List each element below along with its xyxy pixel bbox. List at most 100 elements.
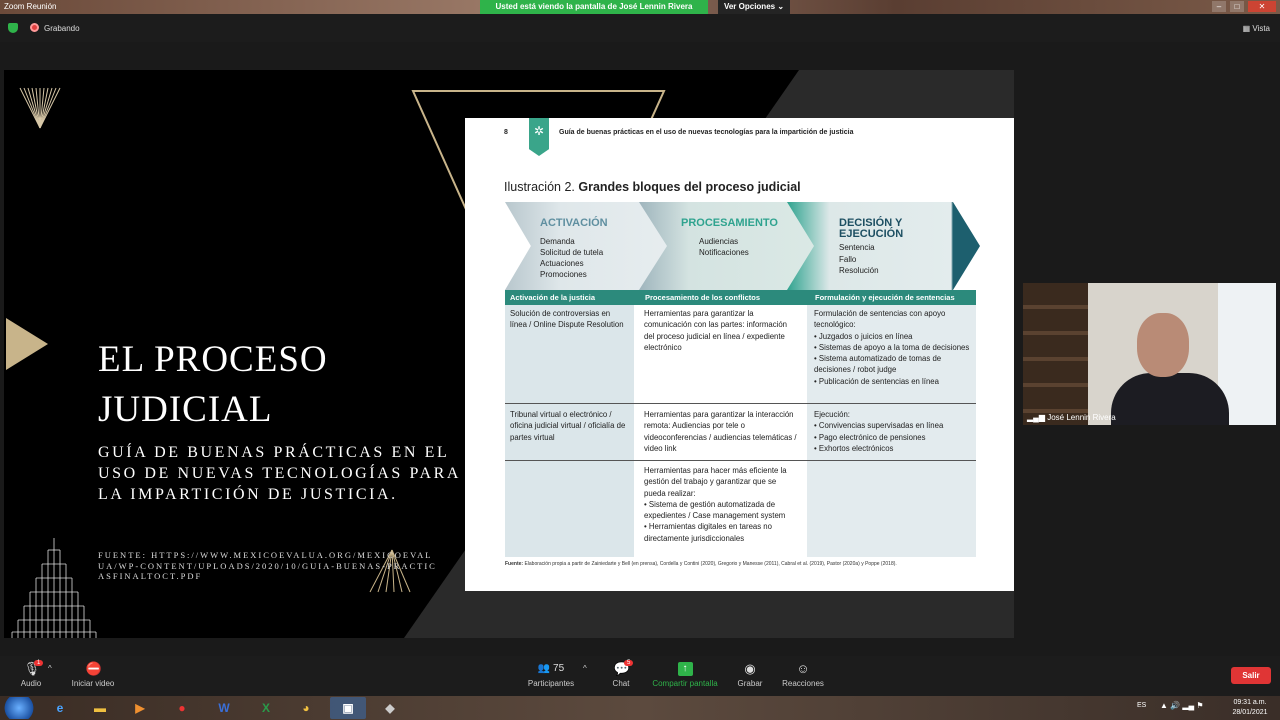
slide-source: FUENTE: HTTPS://WWW.MEXICOEVALUA.ORG/MEX… xyxy=(98,550,437,581)
table-cell: Formulación de sentencias con apoyo tecn… xyxy=(814,309,970,386)
record-label: Grabar xyxy=(737,679,763,688)
recording-icon xyxy=(30,23,39,32)
recording-label: Grabando xyxy=(44,24,80,33)
video-off-icon: ⛔ xyxy=(85,661,102,676)
stage-item: Notificaciones xyxy=(699,248,749,257)
table-header: Activación de la justicia Procesamiento … xyxy=(505,290,976,305)
os-taskbar: e ▬ ▶ ● W X ◕ ▣ ◆ ES ▲ 🔊 ▂▄ ⚑ 09:31 a.m.… xyxy=(0,696,1280,720)
smiley-icon: ☺ xyxy=(796,661,810,676)
record-button[interactable]: ◉ Grabar xyxy=(734,656,766,696)
participants-label: Participantes xyxy=(527,679,575,688)
reactions-button[interactable]: ☺ Reacciones xyxy=(780,656,826,696)
participant-head xyxy=(1137,313,1189,377)
tray-icons[interactable]: ▲ 🔊 ▂▄ ⚑ xyxy=(1160,701,1204,710)
maximize-button[interactable]: □ xyxy=(1230,1,1244,12)
leave-button[interactable]: Salir xyxy=(1231,667,1271,684)
stage-item: Actuaciones xyxy=(540,259,584,268)
participant-body xyxy=(1111,373,1229,425)
column-header: Formulación y ejecución de sentencias xyxy=(815,293,955,302)
page-number: 8 xyxy=(504,129,508,136)
asterisk-icon: ✲ xyxy=(529,118,549,156)
stage-title: DECISIÓN Y EJECUCIÓN xyxy=(839,217,904,240)
stage-title: PROCESAMIENTO xyxy=(681,217,778,229)
app-icon-2[interactable]: ◆ xyxy=(372,697,408,719)
chat-button[interactable]: 💬 5 Chat xyxy=(606,656,636,696)
ie-icon[interactable]: e xyxy=(42,697,78,719)
app-title: Zoom Reunión xyxy=(4,2,57,11)
media-player-icon[interactable]: ▶ xyxy=(122,697,158,719)
word-icon[interactable]: W xyxy=(206,697,242,719)
table-cell: Herramientas para hacer más eficiente la… xyxy=(644,466,787,543)
document-header: Guía de buenas prácticas en el uso de nu… xyxy=(559,129,854,136)
participants-count: 75 xyxy=(553,663,565,674)
minimize-button[interactable]: – xyxy=(1212,1,1226,12)
audio-label: Audio xyxy=(20,679,42,688)
slide-subtitle: GUÍA DE BUENAS PRÁCTICAS EN EL USO DE NU… xyxy=(98,444,461,503)
row-divider xyxy=(505,403,976,404)
meeting-status-bar: Grabando ▦ Vista xyxy=(0,14,1280,42)
chevron-up-icon[interactable]: ^ xyxy=(48,664,52,673)
share-label: Compartir pantalla xyxy=(652,679,718,688)
view-options-button[interactable]: Ver Opciones ⌄ xyxy=(718,0,790,14)
stage-item: Fallo xyxy=(839,255,857,264)
video-label: Iniciar video xyxy=(71,679,115,688)
start-video-button[interactable]: ⛔ Iniciar video xyxy=(66,656,120,696)
share-screen-button[interactable]: ↑ Compartir pantalla xyxy=(650,656,720,696)
chevron-up-icon[interactable]: ^ xyxy=(583,664,587,673)
chat-label: Chat xyxy=(612,679,630,688)
bookshelf-background xyxy=(1023,283,1088,425)
window-titlebar: Zoom Reunión Usted está viendo la pantal… xyxy=(0,0,1280,14)
share-screen-icon: ↑ xyxy=(677,662,693,676)
illustration-caption: Ilustración 2. Grandes bloques del proce… xyxy=(504,180,801,194)
app-icon[interactable]: ● xyxy=(164,697,200,719)
clock-time: 09:31 a.m. xyxy=(1233,699,1267,706)
grid-icon: ▦ xyxy=(1242,24,1251,33)
slide-title: EL PROCESO JUDICIAL xyxy=(98,339,328,430)
explorer-icon[interactable]: ▬ xyxy=(82,697,118,719)
stage-decision: DECISIÓN Y EJECUCIÓN Sentencia Fallo Res… xyxy=(787,202,980,290)
stage-item: Promociones xyxy=(540,270,587,279)
reactions-label: Reacciones xyxy=(782,679,824,688)
column-header: Activación de la justicia xyxy=(510,293,596,302)
play-triangle-decoration xyxy=(6,318,48,370)
start-button[interactable] xyxy=(2,697,36,719)
audio-button[interactable]: 🎙 1 Audio xyxy=(14,656,48,696)
illustration-title: Grandes bloques del proceso judicial xyxy=(578,180,801,194)
participant-video[interactable]: ▂▄▆ José Lennin Rivera xyxy=(1023,283,1276,425)
clock-date: 28/01/2021 xyxy=(1232,709,1268,716)
footnote-label: Fuente: xyxy=(505,561,524,567)
stage-item: Resolución xyxy=(839,266,879,275)
chat-badge: 5 xyxy=(624,660,634,666)
participants-icon: 👥 75 xyxy=(537,663,565,674)
table-cell: Ejecución: • Convivencias supervisadas e… xyxy=(814,410,944,453)
table-cell: Herramientas para garantizar la comunica… xyxy=(644,309,788,352)
stage-item: Audiencias xyxy=(699,237,739,246)
document-footnote: Fuente: Elaboración propia a partir de Z… xyxy=(505,561,897,567)
view-label: Vista xyxy=(1252,24,1270,33)
view-button[interactable]: ▦ Vista xyxy=(1243,24,1270,33)
illustration-prefix: Ilustración 2. xyxy=(504,180,575,194)
close-button[interactable]: ✕ xyxy=(1248,1,1276,12)
document-page: 8 ✲ Guía de buenas prácticas en el uso d… xyxy=(465,118,1014,591)
participants-button[interactable]: 👥 75 Participantes xyxy=(522,656,580,696)
participant-name: ▂▄▆ José Lennin Rivera xyxy=(1027,413,1116,422)
table-cell: Solución de controversias en línea / Onl… xyxy=(510,309,624,330)
system-clock[interactable]: 09:31 a.m. 28/01/2021 xyxy=(1224,698,1276,718)
row-divider xyxy=(505,460,976,461)
process-flow: ACTIVACIÓN Demanda Solicitud de tutela A… xyxy=(505,202,980,290)
table-cell: Tribunal virtual o electrónico / oficina… xyxy=(510,410,626,442)
chrome-icon[interactable]: ◕ xyxy=(288,697,324,719)
striped-triangle-top xyxy=(19,87,61,129)
footnote-text: Elaboración propia a partir de Zainiedar… xyxy=(524,561,897,567)
shield-icon[interactable] xyxy=(8,23,18,33)
zoom-icon[interactable]: ▣ xyxy=(330,697,366,719)
record-icon: ◉ xyxy=(744,661,756,676)
audio-badge: 1 xyxy=(34,660,44,666)
stage-item: Solicitud de tutela xyxy=(540,248,604,257)
grid-triangle-bottom xyxy=(11,538,97,638)
excel-icon[interactable]: X xyxy=(248,697,284,719)
participant-name-label: José Lennin Rivera xyxy=(1047,413,1116,422)
language-indicator[interactable]: ES xyxy=(1137,702,1146,709)
column-header: Procesamiento de los conflictos xyxy=(645,293,761,302)
share-banner: Usted está viendo la pantalla de José Le… xyxy=(480,0,708,14)
